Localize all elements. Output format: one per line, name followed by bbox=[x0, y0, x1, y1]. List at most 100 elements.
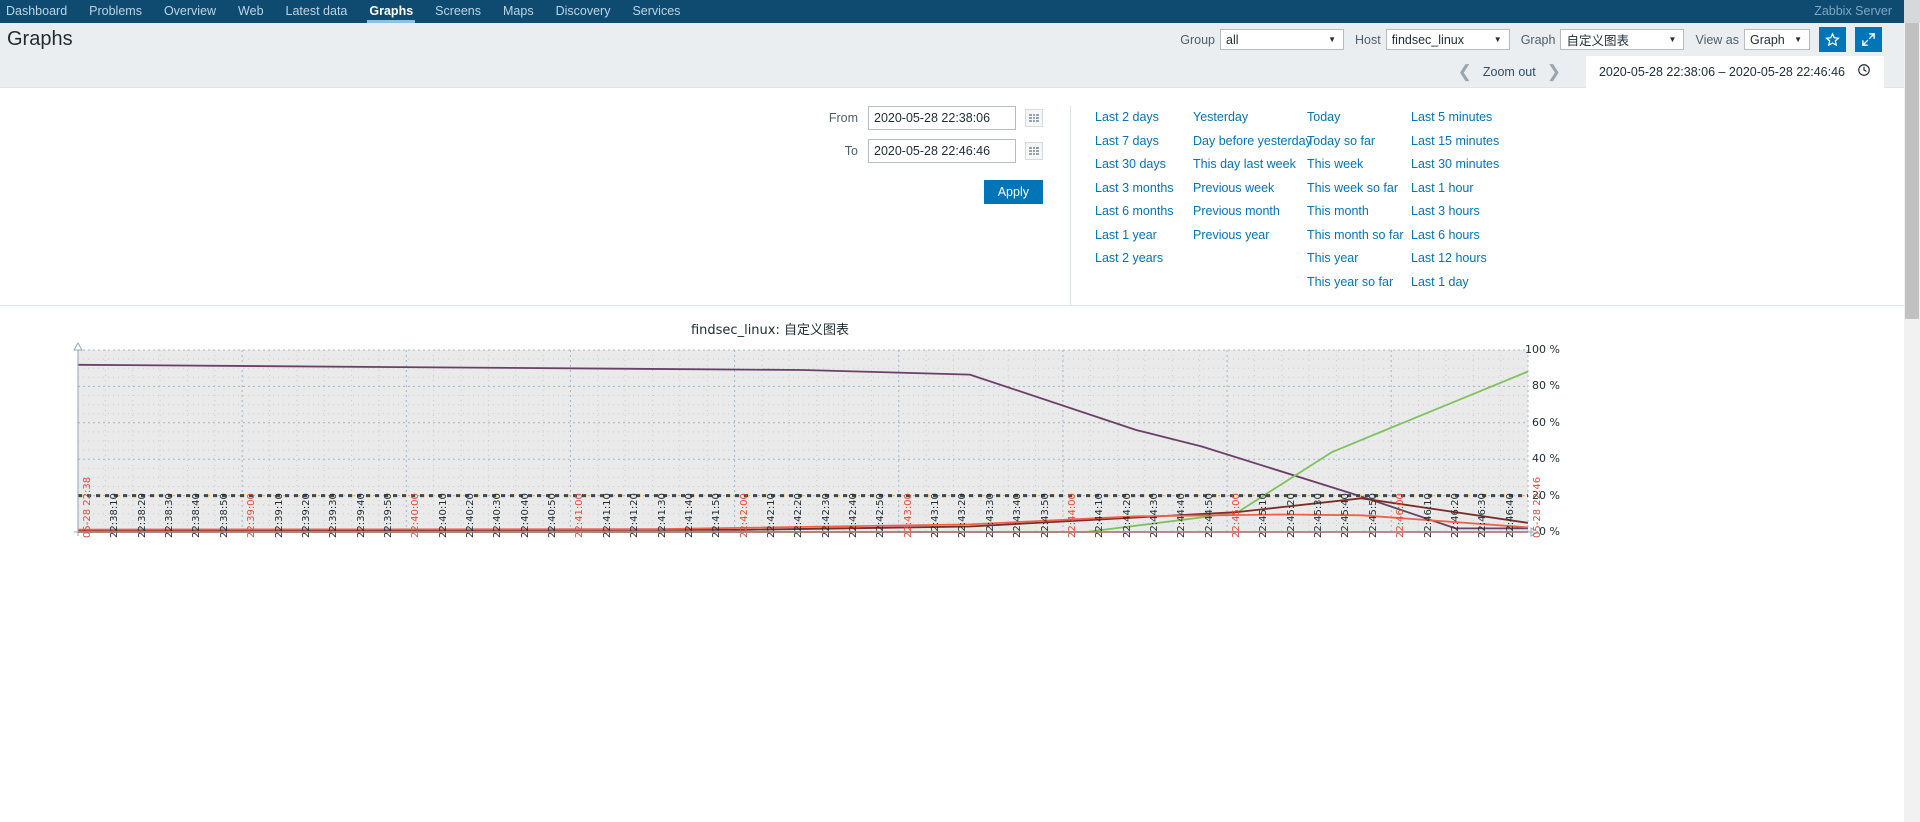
graph-select[interactable]: 自定义图表 ▼ bbox=[1560, 29, 1685, 50]
quick-range-previous-week[interactable]: Previous week bbox=[1193, 177, 1307, 201]
nav-item-graphs[interactable]: Graphs bbox=[358, 0, 424, 23]
quick-range-last-1-year[interactable]: Last 1 year bbox=[1095, 224, 1193, 248]
x-tick-label: 22:46:00 bbox=[1395, 493, 1407, 538]
quick-range-last-1-day[interactable]: Last 1 day bbox=[1411, 271, 1521, 295]
chevron-left-icon[interactable]: ❮ bbox=[1447, 63, 1483, 80]
quick-range-this-year[interactable]: This year bbox=[1307, 247, 1411, 271]
quick-range-last-15-minutes[interactable]: Last 15 minutes bbox=[1411, 130, 1521, 154]
x-tick-label: 22:42:50 bbox=[875, 493, 887, 538]
host-select[interactable]: findsec_linux ▼ bbox=[1385, 29, 1510, 50]
quick-range-last-6-hours[interactable]: Last 6 hours bbox=[1411, 224, 1521, 248]
x-tick-label: 22:40:50 bbox=[547, 493, 559, 538]
quick-range-this-month[interactable]: This month bbox=[1307, 200, 1411, 224]
host-label: Host bbox=[1355, 32, 1381, 47]
clock-icon bbox=[1857, 63, 1871, 80]
quick-range-last-3-months[interactable]: Last 3 months bbox=[1095, 177, 1193, 201]
chevron-down-icon: ▼ bbox=[1328, 35, 1336, 44]
view-as-select-value: Graph bbox=[1750, 32, 1785, 47]
time-range-tab[interactable]: 2020-05-28 22:38:06 – 2020-05-28 22:46:4… bbox=[1585, 55, 1884, 88]
page-title: Graphs bbox=[7, 28, 73, 50]
graph-canvas[interactable]: 0 % 20 % 40 % 60 % 80 % 100 % 05-28 22:38 22:3… bbox=[0, 342, 1560, 562]
x-tick-label: 22:41:40 bbox=[683, 493, 695, 538]
graph-label: Graph bbox=[1520, 32, 1556, 47]
x-tick-label: 22:39:40 bbox=[355, 493, 367, 538]
quick-range-last-30-days[interactable]: Last 30 days bbox=[1095, 153, 1193, 177]
page-scrollbar[interactable] bbox=[1904, 23, 1920, 822]
quick-range-links: Last 2 days Last 7 days Last 30 days Las… bbox=[1070, 106, 1570, 305]
nav-item-services[interactable]: Services bbox=[621, 0, 691, 23]
quick-range-last-12-hours[interactable]: Last 12 hours bbox=[1411, 247, 1521, 271]
chevron-down-icon: ▼ bbox=[1794, 35, 1802, 44]
quick-range-today-so-far[interactable]: Today so far bbox=[1307, 130, 1411, 154]
quick-range-last-3-hours[interactable]: Last 3 hours bbox=[1411, 200, 1521, 224]
nav-item-overview[interactable]: Overview bbox=[153, 0, 227, 23]
graph-svg bbox=[73, 342, 1540, 537]
calendar-icon[interactable] bbox=[1025, 142, 1043, 160]
quick-range-last-2-days[interactable]: Last 2 days bbox=[1095, 106, 1193, 130]
x-tick-label: 22:41:10 bbox=[601, 493, 613, 538]
quick-range-this-week[interactable]: This week bbox=[1307, 153, 1411, 177]
nav-item-problems[interactable]: Problems bbox=[78, 0, 153, 23]
x-tick-label: 22:43:40 bbox=[1012, 493, 1024, 538]
nav-item-dashboard[interactable]: Dashboard bbox=[0, 0, 78, 23]
group-select[interactable]: all ▼ bbox=[1220, 29, 1344, 50]
zoom-out-button[interactable]: Zoom out bbox=[1483, 65, 1536, 79]
quick-range-last-7-days[interactable]: Last 7 days bbox=[1095, 130, 1193, 154]
calendar-icon[interactable] bbox=[1025, 109, 1043, 127]
page-scrollbar-thumb[interactable] bbox=[1905, 23, 1919, 319]
y-axis-arrow bbox=[73, 342, 83, 351]
nav-item-maps[interactable]: Maps bbox=[492, 0, 545, 23]
view-as-select[interactable]: Graph ▼ bbox=[1744, 29, 1810, 50]
navbar-scrollbar-cap bbox=[1904, 0, 1920, 23]
time-filter-panel: From To Apply Last 2 days Last 7 days La… bbox=[0, 88, 1920, 306]
quick-range-last-5-minutes[interactable]: Last 5 minutes bbox=[1411, 106, 1521, 130]
expand-icon[interactable] bbox=[1855, 27, 1882, 52]
nav-item-latest-data[interactable]: Latest data bbox=[275, 0, 359, 23]
x-tick-label: 22:45:20 bbox=[1285, 493, 1297, 538]
x-tick-label: 22:44:10 bbox=[1094, 493, 1106, 538]
chevron-down-icon: ▼ bbox=[1668, 35, 1677, 44]
from-input[interactable] bbox=[868, 106, 1016, 130]
x-tick-label: 05-28 22:38 bbox=[82, 476, 93, 538]
x-tick-label: 22:43:00 bbox=[902, 493, 914, 538]
quick-range-today[interactable]: Today bbox=[1307, 106, 1411, 130]
star-icon[interactable] bbox=[1819, 27, 1846, 52]
x-tick-label: 22:38:10 bbox=[109, 493, 121, 538]
quick-range-this-year-so-far[interactable]: This year so far bbox=[1307, 271, 1411, 295]
quick-range-previous-year[interactable]: Previous year bbox=[1193, 224, 1307, 248]
to-input[interactable] bbox=[868, 139, 1016, 163]
main-navbar: Dashboard Problems Overview Web Latest d… bbox=[0, 0, 1920, 23]
quick-range-last-1-hour[interactable]: Last 1 hour bbox=[1411, 177, 1521, 201]
quick-range-this-month-so-far[interactable]: This month so far bbox=[1307, 224, 1411, 248]
quick-range-last-2-years[interactable]: Last 2 years bbox=[1095, 247, 1193, 271]
y-tick-label: 20 % bbox=[1532, 488, 1560, 502]
quick-range-previous-month[interactable]: Previous month bbox=[1193, 200, 1307, 224]
nav-item-screens[interactable]: Screens bbox=[424, 0, 492, 23]
x-tick-label: 22:39:00 bbox=[246, 493, 258, 538]
quick-range-last-30-minutes[interactable]: Last 30 minutes bbox=[1411, 153, 1521, 177]
host-select-value: findsec_linux bbox=[1391, 32, 1464, 47]
nav-item-web[interactable]: Web bbox=[227, 0, 274, 23]
chevron-right-icon[interactable]: ❯ bbox=[1536, 63, 1572, 80]
x-tick-label: 22:45:50 bbox=[1367, 493, 1379, 538]
nav-user-label[interactable]: Zabbix Server bbox=[1814, 0, 1892, 23]
apply-button[interactable]: Apply bbox=[983, 180, 1043, 204]
view-as-label: View as bbox=[1695, 32, 1739, 47]
nav-item-discovery[interactable]: Discovery bbox=[545, 0, 622, 23]
quick-range-last-6-months[interactable]: Last 6 months bbox=[1095, 200, 1193, 224]
x-tick-label: 22:38:50 bbox=[218, 493, 230, 538]
quick-range-this-week-so-far[interactable]: This week so far bbox=[1307, 177, 1411, 201]
x-tick-label: 22:43:30 bbox=[984, 493, 996, 538]
graph-area: findsec_linux: 自定义图表 0 % 20 % 40 % 60 % 80 %… bbox=[0, 306, 1920, 822]
y-tick-label: 60 % bbox=[1532, 415, 1560, 429]
from-label: From bbox=[828, 111, 858, 125]
x-tick-label: 22:46:20 bbox=[1449, 493, 1461, 538]
x-tick-label: 22:40:00 bbox=[410, 493, 422, 538]
quick-range-day-before-yesterday[interactable]: Day before yesterday bbox=[1193, 130, 1312, 154]
quick-range-this-day-last-week[interactable]: This day last week bbox=[1193, 153, 1307, 177]
x-tick-label: 22:41:20 bbox=[629, 493, 641, 538]
x-tick-label: 22:46:30 bbox=[1477, 493, 1489, 538]
x-tick-label: 22:40:20 bbox=[465, 493, 477, 538]
x-tick-label: 22:39:10 bbox=[273, 493, 285, 538]
quick-range-yesterday[interactable]: Yesterday bbox=[1193, 106, 1307, 130]
